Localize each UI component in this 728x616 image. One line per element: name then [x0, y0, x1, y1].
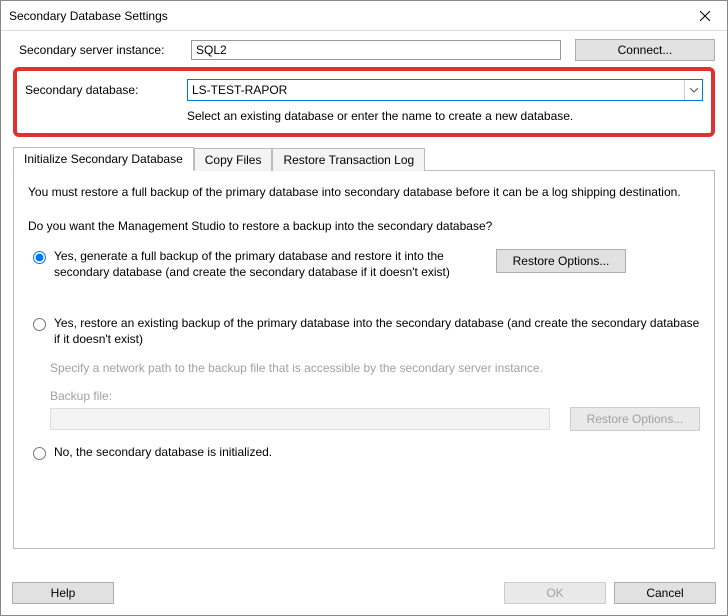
footer: Help OK Cancel	[12, 582, 716, 604]
option1-label[interactable]: Yes, generate a full backup of the prima…	[54, 249, 484, 280]
content: Secondary server instance: Connect... Se…	[1, 31, 727, 549]
secondary-db-input[interactable]	[188, 80, 684, 100]
cancel-button[interactable]: Cancel	[614, 582, 716, 604]
option1-row: Yes, generate a full backup of the prima…	[28, 249, 700, 280]
panel-question: Do you want the Management Studio to res…	[28, 219, 700, 233]
secondary-db-combo[interactable]	[187, 79, 703, 101]
option2-radio[interactable]	[33, 318, 46, 331]
window-title: Secondary Database Settings	[9, 9, 683, 23]
close-icon	[700, 11, 710, 21]
server-instance-input[interactable]	[191, 40, 561, 60]
tab-restore-log[interactable]: Restore Transaction Log	[272, 148, 425, 171]
restore-options-button-2: Restore Options...	[570, 407, 700, 431]
backup-file-input	[50, 408, 550, 430]
secondary-db-label: Secondary database:	[25, 83, 187, 97]
option3-label[interactable]: No, the secondary database is initialize…	[54, 445, 700, 461]
secondary-db-help: Select an existing database or enter the…	[187, 109, 703, 123]
tabs: Initialize Secondary Database Copy Files…	[13, 147, 715, 171]
network-path-hint: Specify a network path to the backup fil…	[50, 361, 700, 375]
chevron-down-icon	[690, 88, 698, 93]
close-button[interactable]	[683, 1, 727, 30]
option3-row: No, the secondary database is initialize…	[28, 445, 700, 461]
tab-copy-files[interactable]: Copy Files	[194, 148, 273, 171]
option3-radio[interactable]	[33, 447, 46, 460]
tab-panel-initialize: You must restore a full backup of the pr…	[13, 171, 715, 549]
connect-button[interactable]: Connect...	[575, 39, 715, 61]
option2-label[interactable]: Yes, restore an existing backup of the p…	[54, 316, 700, 347]
tab-initialize[interactable]: Initialize Secondary Database	[13, 147, 194, 171]
option1-radio[interactable]	[33, 251, 46, 264]
highlight-box: Secondary database: Select an existing d…	[13, 67, 715, 137]
titlebar: Secondary Database Settings	[1, 1, 727, 31]
server-instance-label: Secondary server instance:	[13, 43, 191, 57]
option2-row: Yes, restore an existing backup of the p…	[28, 316, 700, 347]
option2-subsection: Specify a network path to the backup fil…	[50, 361, 700, 431]
backup-file-label: Backup file:	[50, 389, 700, 403]
panel-intro: You must restore a full backup of the pr…	[28, 185, 700, 199]
server-instance-row: Secondary server instance: Connect...	[13, 39, 715, 61]
help-button[interactable]: Help	[12, 582, 114, 604]
combo-dropdown-button[interactable]	[684, 80, 702, 100]
restore-options-button-1[interactable]: Restore Options...	[496, 249, 626, 273]
ok-button: OK	[504, 582, 606, 604]
